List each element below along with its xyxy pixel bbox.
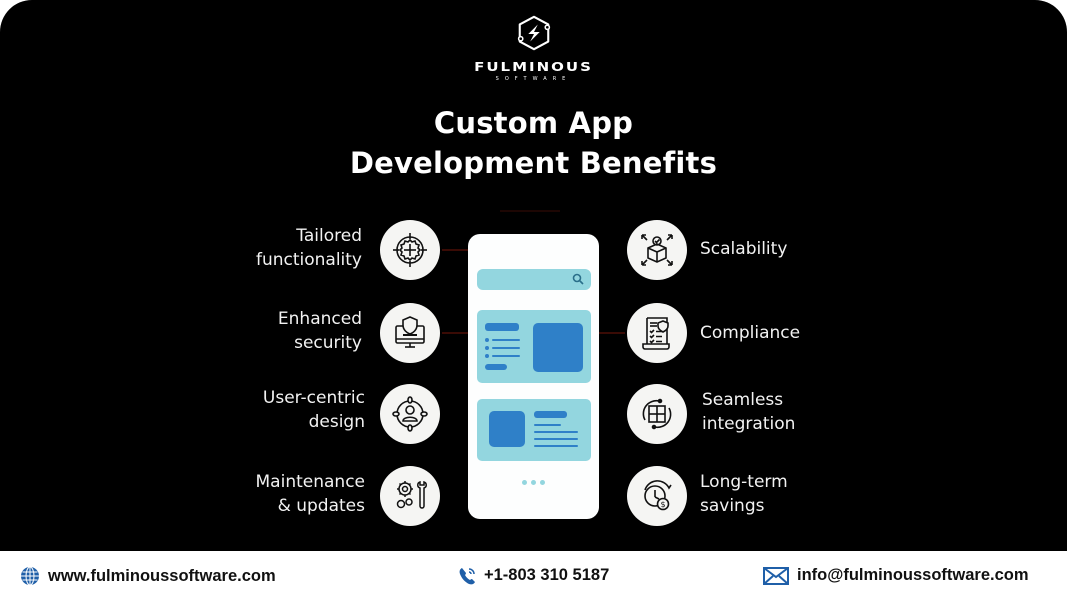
benefit-label: Seamless xyxy=(702,390,784,410)
hexagon-lightning-icon xyxy=(517,15,550,51)
puzzle-sync-icon xyxy=(642,398,672,430)
benefit-label: functionality xyxy=(255,250,362,270)
benefit-label: & updates xyxy=(277,496,365,516)
footer-phone[interactable]: +1-803 310 5187 xyxy=(458,566,609,585)
infographic-panel: FULMINOUS SOFTWARE Custom App Developmen… xyxy=(0,0,1067,551)
gears-wrench-icon xyxy=(396,480,427,509)
box-expand-icon xyxy=(641,234,673,266)
website-link[interactable]: www.fulminoussoftware.com xyxy=(48,567,276,586)
benefit-label: Long-term xyxy=(700,472,788,492)
phone-search-bar xyxy=(477,269,591,290)
globe-icon xyxy=(21,566,39,586)
phone-icon xyxy=(459,567,475,584)
connector-line xyxy=(442,249,468,251)
benefit-label: User-centric xyxy=(262,388,365,408)
benefit-label: design xyxy=(308,412,365,432)
benefit-label: savings xyxy=(700,496,765,516)
benefit-label: Maintenance xyxy=(255,472,365,492)
brand-logo: FULMINOUS SOFTWARE xyxy=(0,14,1067,82)
benefit-label: Tailored xyxy=(296,226,362,246)
phone-mockup xyxy=(468,234,599,519)
connector-line xyxy=(442,332,468,334)
benefit-label: security xyxy=(294,333,362,353)
benefit-label: integration xyxy=(702,414,796,434)
search-icon xyxy=(572,273,584,285)
benefit-label: Enhanced xyxy=(277,309,362,329)
phone-number[interactable]: +1-803 310 5187 xyxy=(484,566,609,585)
target-gear-icon xyxy=(393,233,427,267)
user-target-icon xyxy=(392,396,428,432)
footer-website[interactable]: www.fulminoussoftware.com xyxy=(20,566,276,586)
email-link[interactable]: info@fulminoussoftware.com xyxy=(797,566,1029,585)
benefit-label: Compliance xyxy=(700,323,801,343)
brand-tagline: SOFTWARE xyxy=(495,76,572,82)
page-indicator-dots xyxy=(468,470,599,489)
document-checklist-icon xyxy=(642,317,670,350)
monitor-shield-icon xyxy=(395,316,425,348)
contact-footer: www.fulminoussoftware.com +1-803 310 518… xyxy=(0,551,1067,606)
brand-name: FULMINOUS xyxy=(474,59,593,75)
footer-email[interactable]: info@fulminoussoftware.com xyxy=(763,566,1029,585)
clock-dollar-icon: $ xyxy=(644,480,672,511)
connector-line xyxy=(599,332,625,334)
connector-line xyxy=(500,210,560,212)
page-title-line-2: Development Benefits xyxy=(349,146,718,180)
mail-icon xyxy=(763,566,789,585)
svg-text:$: $ xyxy=(660,500,665,509)
phone-content-card xyxy=(477,310,591,383)
phone-content-card xyxy=(477,399,591,461)
page-title-line-1: Custom App xyxy=(433,106,634,140)
benefit-label: Scalability xyxy=(700,239,788,259)
